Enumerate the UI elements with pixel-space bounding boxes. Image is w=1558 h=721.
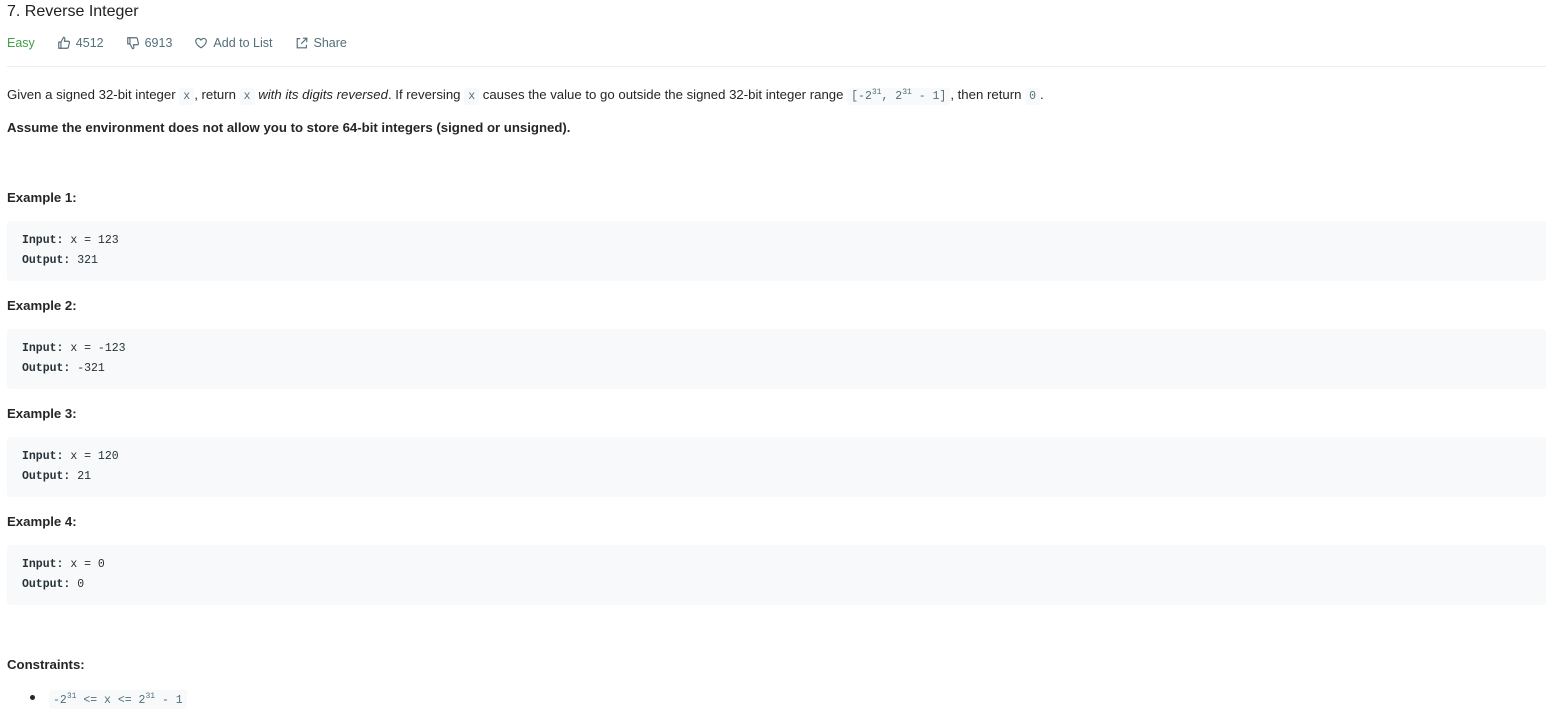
inline-code-x: x [179,87,195,105]
input-label: Input: [22,450,64,463]
add-to-list-button[interactable]: Add to List [194,36,273,50]
input-value: x = 0 [63,558,105,571]
constraint-text: - 1 [155,693,183,707]
inline-code-x: x [464,87,480,105]
example-input: Input: x = 120 [22,449,119,465]
header-divider [7,66,1546,67]
input-label: Input: [22,558,64,571]
range-text: - 1] [911,89,947,103]
input-value: x = 123 [63,234,119,247]
output-label: Output: [22,362,71,375]
example-box: Input: x = 0 Output: 0 [7,545,1546,605]
share-button[interactable]: Share [295,36,347,50]
inline-code-range: [-231, 231 - 1] [847,87,951,105]
input-value: x = 120 [63,450,119,463]
example-title: Example 4: [7,514,77,529]
problem-title: 7. Reverse Integer [7,3,139,20]
add-to-list-label: Add to List [213,36,273,50]
example-box: Input: x = -123 Output: -321 [7,329,1546,389]
constraint-text: <= x <= 2 [76,693,146,707]
output-value: 321 [70,254,98,267]
output-label: Output: [22,254,71,267]
constraints-title: Constraints: [7,657,85,672]
example-output: Output: 321 [22,253,98,269]
desc-text: , then return [950,86,1026,102]
range-text: [-2 [851,89,872,103]
input-value: x = -123 [63,342,126,355]
input-label: Input: [22,234,64,247]
share-icon [296,37,307,49]
bullet-dot [30,695,35,700]
desc-text: . [1040,86,1044,102]
desc-text: , return [194,86,240,102]
example-output: Output: 21 [22,469,91,485]
desc-emphasis: with its digits reversed [258,86,388,102]
example-box: Input: x = 120 Output: 21 [7,437,1546,497]
output-value: -321 [70,362,105,375]
desc-text: Given a signed 32-bit integer [7,86,180,102]
constraint-exponent: 31 [66,692,77,701]
dislike-count: 6913 [144,36,173,50]
inline-code-zero: 0 [1025,87,1040,105]
input-label: Input: [22,342,64,355]
example-title: Example 3: [7,406,77,421]
example-output: Output: 0 [22,577,84,593]
range-exponent: 31 [902,88,912,97]
constraint-exponent: 31 [145,692,156,701]
heart-icon [195,37,208,49]
output-label: Output: [22,470,71,483]
output-value: 0 [70,578,85,591]
dislike-button[interactable]: 6913 [126,36,173,50]
output-label: Output: [22,578,71,591]
example-output: Output: -321 [22,361,105,377]
example-input: Input: x = 0 [22,557,105,573]
difficulty-badge: Easy [7,36,35,50]
share-label: Share [313,36,347,50]
example-box: Input: x = 123 Output: 321 [7,221,1546,281]
thumbs-down-icon [126,37,139,50]
description-paragraph: Given a signed 32-bit integer x, return … [7,83,1044,107]
range-text: , 2 [881,89,903,103]
problem-meta: Easy 4512 6913 Add to List Share [7,34,369,52]
desc-text: causes the value to go outside the signe… [479,86,848,102]
desc-text: . If reversing [387,86,465,102]
like-count: 4512 [75,36,104,50]
output-value: 21 [70,470,92,483]
constraint-item: -231 <= x <= 231 - 1 [49,690,187,709]
constraint-text: -2 [53,693,67,707]
example-input: Input: x = -123 [22,341,126,357]
inline-code-x: x [239,87,255,105]
example-title: Example 2: [7,298,77,313]
example-input: Input: x = 123 [22,233,119,249]
example-title: Example 1: [7,190,77,205]
assumption-note: Assume the environment does not allow yo… [7,120,571,135]
thumbs-up-icon [57,36,70,49]
like-button[interactable]: 4512 [57,36,104,50]
